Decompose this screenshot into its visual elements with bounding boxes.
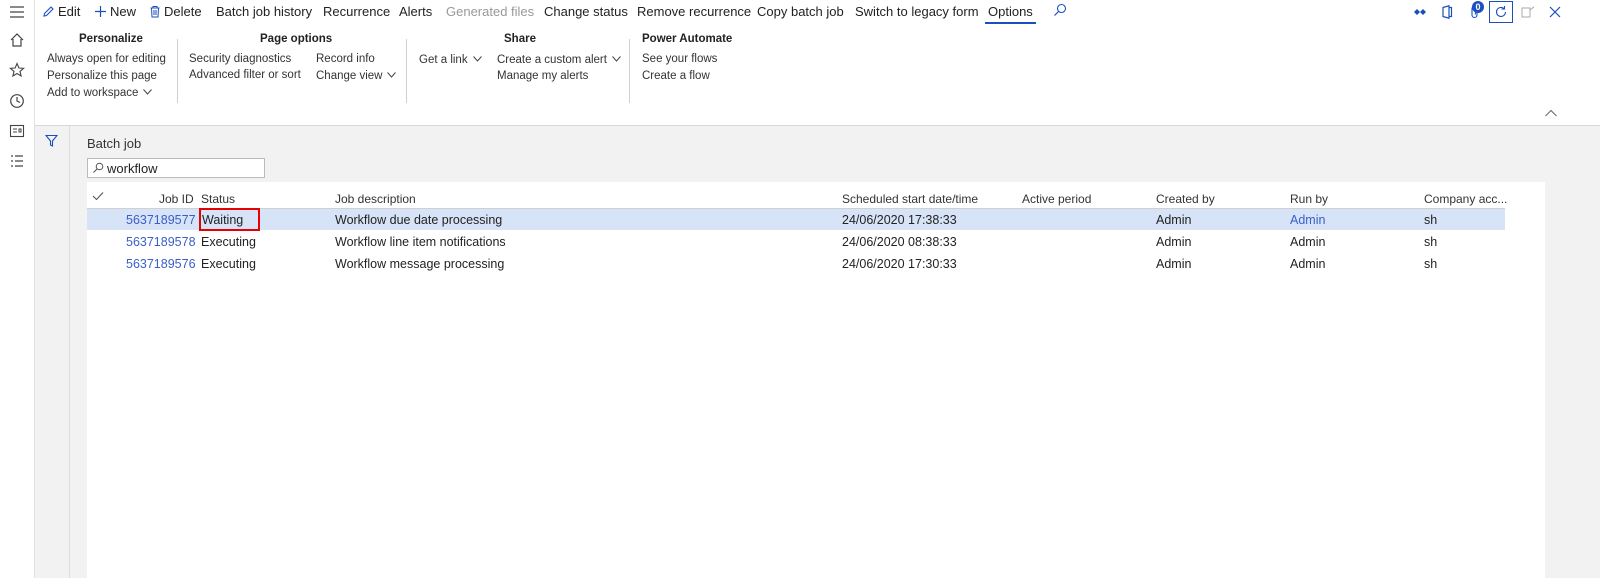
search-icon[interactable] — [1053, 3, 1067, 20]
job-description-cell[interactable]: Workflow line item notifications — [335, 235, 506, 249]
created-by-cell[interactable]: Admin — [1156, 235, 1191, 249]
power-automate-group-title: Power Automate — [642, 33, 733, 45]
run-by-cell[interactable]: Admin — [1290, 257, 1325, 271]
divider — [406, 39, 407, 103]
run-by-cell[interactable]: Admin — [1290, 235, 1325, 249]
manage-my-alerts-button[interactable]: Manage my alerts — [497, 70, 588, 82]
alerts-button[interactable]: Alerts — [399, 4, 432, 19]
copy-batch-job-button[interactable]: Copy batch job — [757, 4, 844, 19]
create-a-flow-button[interactable]: Create a flow — [642, 70, 710, 82]
workspaces-icon[interactable] — [8, 122, 26, 140]
record-info-button[interactable]: Record info — [316, 53, 375, 65]
delete-label: Delete — [164, 4, 202, 19]
recurrence-button[interactable]: Recurrence — [323, 4, 390, 19]
page-title: Batch job — [87, 136, 142, 151]
created-by-cell[interactable]: Admin — [1156, 213, 1191, 227]
company-cell[interactable]: sh — [1424, 257, 1437, 271]
scheduled-start-cell[interactable]: 24/06/2020 17:38:33 — [842, 213, 957, 227]
share-group-title: Share — [504, 33, 536, 45]
edit-label: Edit — [58, 4, 81, 19]
company-cell[interactable]: sh — [1424, 235, 1437, 249]
job-description-cell[interactable]: Workflow due date processing — [335, 213, 502, 227]
job-id-link[interactable]: 5637189578 — [126, 235, 196, 249]
quick-filter-search-input[interactable]: workflow — [87, 158, 265, 178]
home-icon[interactable] — [8, 31, 26, 49]
add-to-workspace-button[interactable]: Add to workspace — [47, 86, 153, 99]
status-cell[interactable]: Executing — [201, 257, 256, 271]
filter-pane — [35, 126, 70, 578]
change-view-button[interactable]: Change view — [316, 69, 397, 82]
run-by-link[interactable]: Admin — [1290, 213, 1325, 227]
chevron-down-icon — [387, 69, 397, 81]
close-icon[interactable] — [1544, 2, 1566, 22]
remove-recurrence-button[interactable]: Remove recurrence — [637, 4, 751, 19]
change-status-button[interactable]: Change status — [544, 4, 628, 19]
chevron-down-icon — [612, 53, 621, 65]
notification-count-badge: 0 — [1472, 1, 1484, 13]
main-content-area — [35, 126, 1600, 578]
hamburger-menu-icon[interactable] — [8, 3, 26, 21]
new-label: New — [110, 4, 137, 19]
column-header-active-period[interactable]: Active period — [1022, 192, 1091, 206]
modules-list-icon[interactable] — [8, 152, 26, 170]
change-view-label: Change view — [316, 70, 383, 82]
search-value: workflow — [107, 161, 158, 176]
column-header-status[interactable]: Status — [201, 192, 235, 206]
column-header-run-by[interactable]: Run by — [1290, 192, 1328, 206]
always-open-editing-button[interactable]: Always open for editing — [47, 53, 166, 65]
create-custom-alert-button[interactable]: Create a custom alert — [497, 53, 621, 66]
office-icon[interactable] — [1436, 2, 1458, 22]
job-description-cell[interactable]: Workflow message processing — [335, 257, 504, 271]
get-a-link-button[interactable]: Get a link — [419, 53, 482, 66]
see-your-flows-button[interactable]: See your flows — [642, 53, 717, 65]
status-cell[interactable]: Executing — [201, 235, 256, 249]
status-highlight-box — [199, 208, 260, 231]
delete-button[interactable]: Delete — [149, 4, 202, 21]
job-id-link[interactable]: 5637189577 — [126, 213, 196, 227]
select-all-checkmark-icon[interactable] — [92, 190, 104, 204]
create-custom-alert-label: Create a custom alert — [497, 54, 607, 66]
power-apps-icon[interactable] — [1409, 2, 1431, 22]
scheduled-start-cell[interactable]: 24/06/2020 08:38:33 — [842, 235, 957, 249]
column-header-created-by[interactable]: Created by — [1156, 192, 1215, 206]
open-new-window-icon[interactable] — [1517, 2, 1539, 22]
nav-bar — [0, 0, 35, 578]
company-cell[interactable]: sh — [1424, 213, 1437, 227]
recent-clock-icon[interactable] — [8, 92, 26, 110]
personalize-group-title: Personalize — [79, 33, 143, 45]
created-by-cell[interactable]: Admin — [1156, 257, 1191, 271]
tab-options[interactable]: Options — [985, 4, 1036, 24]
new-button[interactable]: New — [94, 4, 136, 21]
filter-funnel-icon[interactable] — [44, 134, 59, 150]
plus-icon — [94, 5, 107, 21]
advanced-filter-button[interactable]: Advanced filter or sort — [189, 69, 301, 81]
collapse-chevron-up-icon[interactable] — [1545, 108, 1557, 120]
chevron-down-icon — [472, 53, 482, 65]
add-to-workspace-label: Add to workspace — [47, 87, 139, 99]
page-options-group-title: Page options — [260, 33, 333, 45]
search-icon — [92, 162, 104, 177]
edit-button[interactable]: Edit — [42, 4, 80, 21]
divider — [629, 39, 630, 103]
job-id-link[interactable]: 5637189576 — [126, 257, 196, 271]
batch-job-history-button[interactable]: Batch job history — [216, 4, 312, 19]
personalize-page-button[interactable]: Personalize this page — [47, 70, 157, 82]
column-header-job-description[interactable]: Job description — [335, 192, 416, 206]
scheduled-start-cell[interactable]: 24/06/2020 17:30:33 — [842, 257, 957, 271]
generated-files-button[interactable]: Generated files — [446, 4, 534, 19]
column-header-scheduled-start[interactable]: Scheduled start date/time — [842, 192, 978, 206]
switch-legacy-form-button[interactable]: Switch to legacy form — [855, 4, 979, 19]
get-a-link-label: Get a link — [419, 54, 468, 66]
security-diagnostics-button[interactable]: Security diagnostics — [189, 53, 291, 65]
column-header-job-id[interactable]: Job ID — [159, 192, 194, 206]
favorites-star-icon[interactable] — [8, 61, 26, 79]
column-header-company[interactable]: Company acc... — [1424, 192, 1507, 206]
pencil-icon — [42, 5, 55, 21]
chevron-down-icon — [143, 86, 153, 98]
trash-icon — [149, 5, 161, 21]
refresh-icon[interactable] — [1489, 1, 1513, 23]
divider — [177, 39, 178, 103]
